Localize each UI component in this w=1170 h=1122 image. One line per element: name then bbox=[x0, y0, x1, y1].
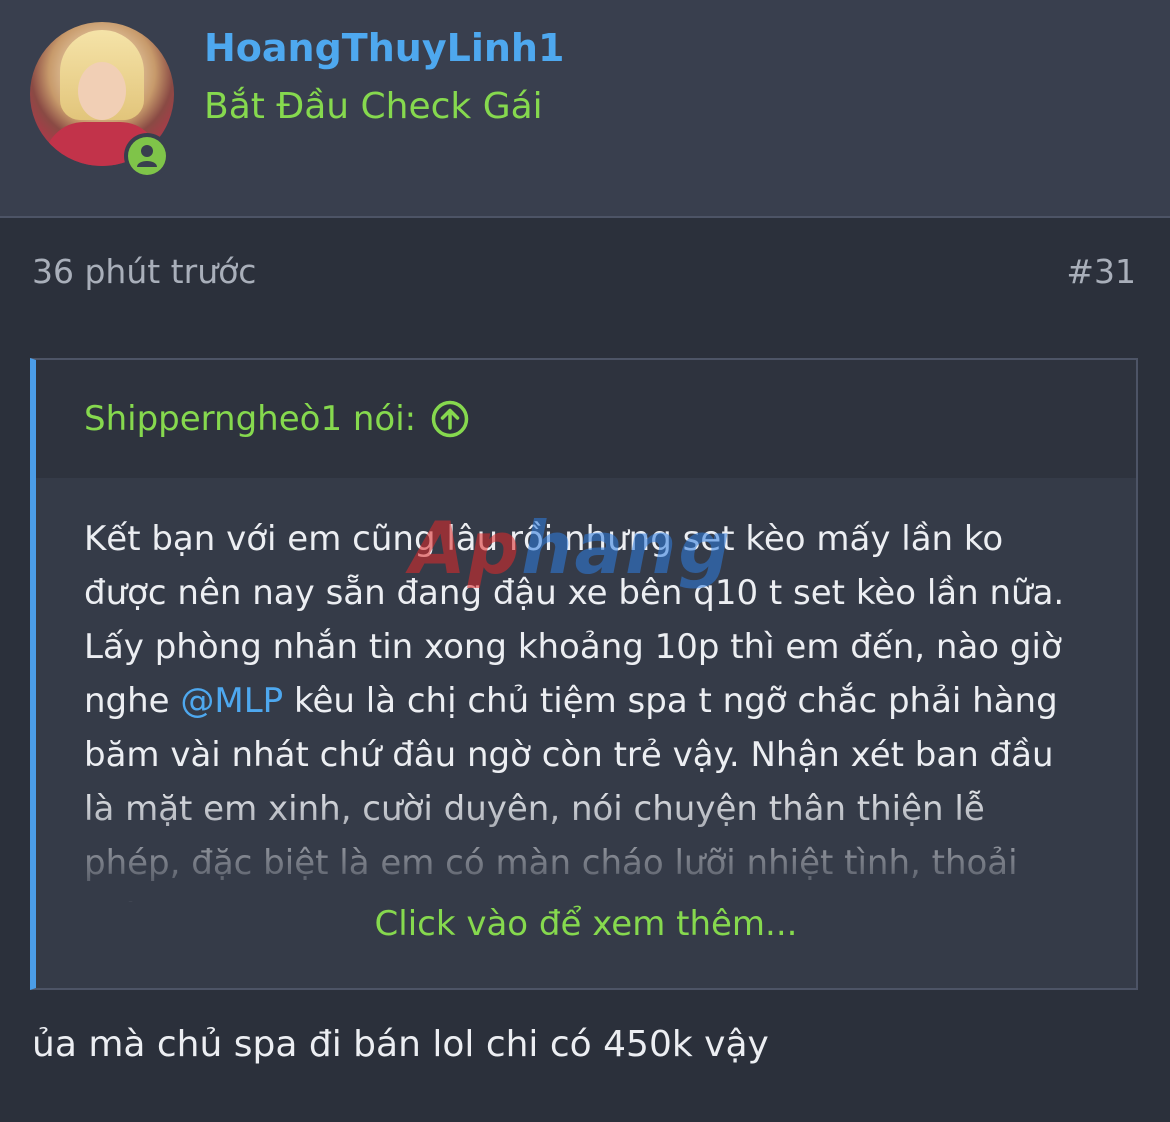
user-header: HoangThuyLinh1 Bắt Đầu Check Gái bbox=[0, 0, 1170, 218]
quote-block: Shipperngheò1 nói: Kết bạn với em cũng l… bbox=[30, 358, 1138, 990]
post-timestamp[interactable]: 36 phút trước bbox=[32, 252, 256, 291]
quote-body: Kết bạn với em cũng lâu rồi nhưng set kè… bbox=[36, 478, 1136, 902]
reply-text: ủa mà chủ spa đi bán lol chi có 450k vậy bbox=[32, 1024, 769, 1065]
quote-fade-overlay bbox=[36, 782, 1136, 902]
avatar-face bbox=[78, 62, 126, 120]
expand-quote-link[interactable]: Click vào để xem thêm... bbox=[36, 904, 1136, 944]
user-online-icon bbox=[128, 137, 166, 175]
user-title: Bắt Đầu Check Gái bbox=[204, 86, 543, 127]
online-status-badge bbox=[124, 133, 170, 179]
arrow-up-circle-icon[interactable] bbox=[430, 399, 470, 439]
username-link[interactable]: HoangThuyLinh1 bbox=[204, 26, 564, 70]
quote-author-label[interactable]: Shipperngheò1 nói: bbox=[84, 399, 416, 439]
post-number-link[interactable]: #31 bbox=[1066, 252, 1136, 291]
mention-link[interactable]: @MLP bbox=[180, 681, 283, 721]
quote-header[interactable]: Shipperngheò1 nói: bbox=[36, 360, 1136, 478]
